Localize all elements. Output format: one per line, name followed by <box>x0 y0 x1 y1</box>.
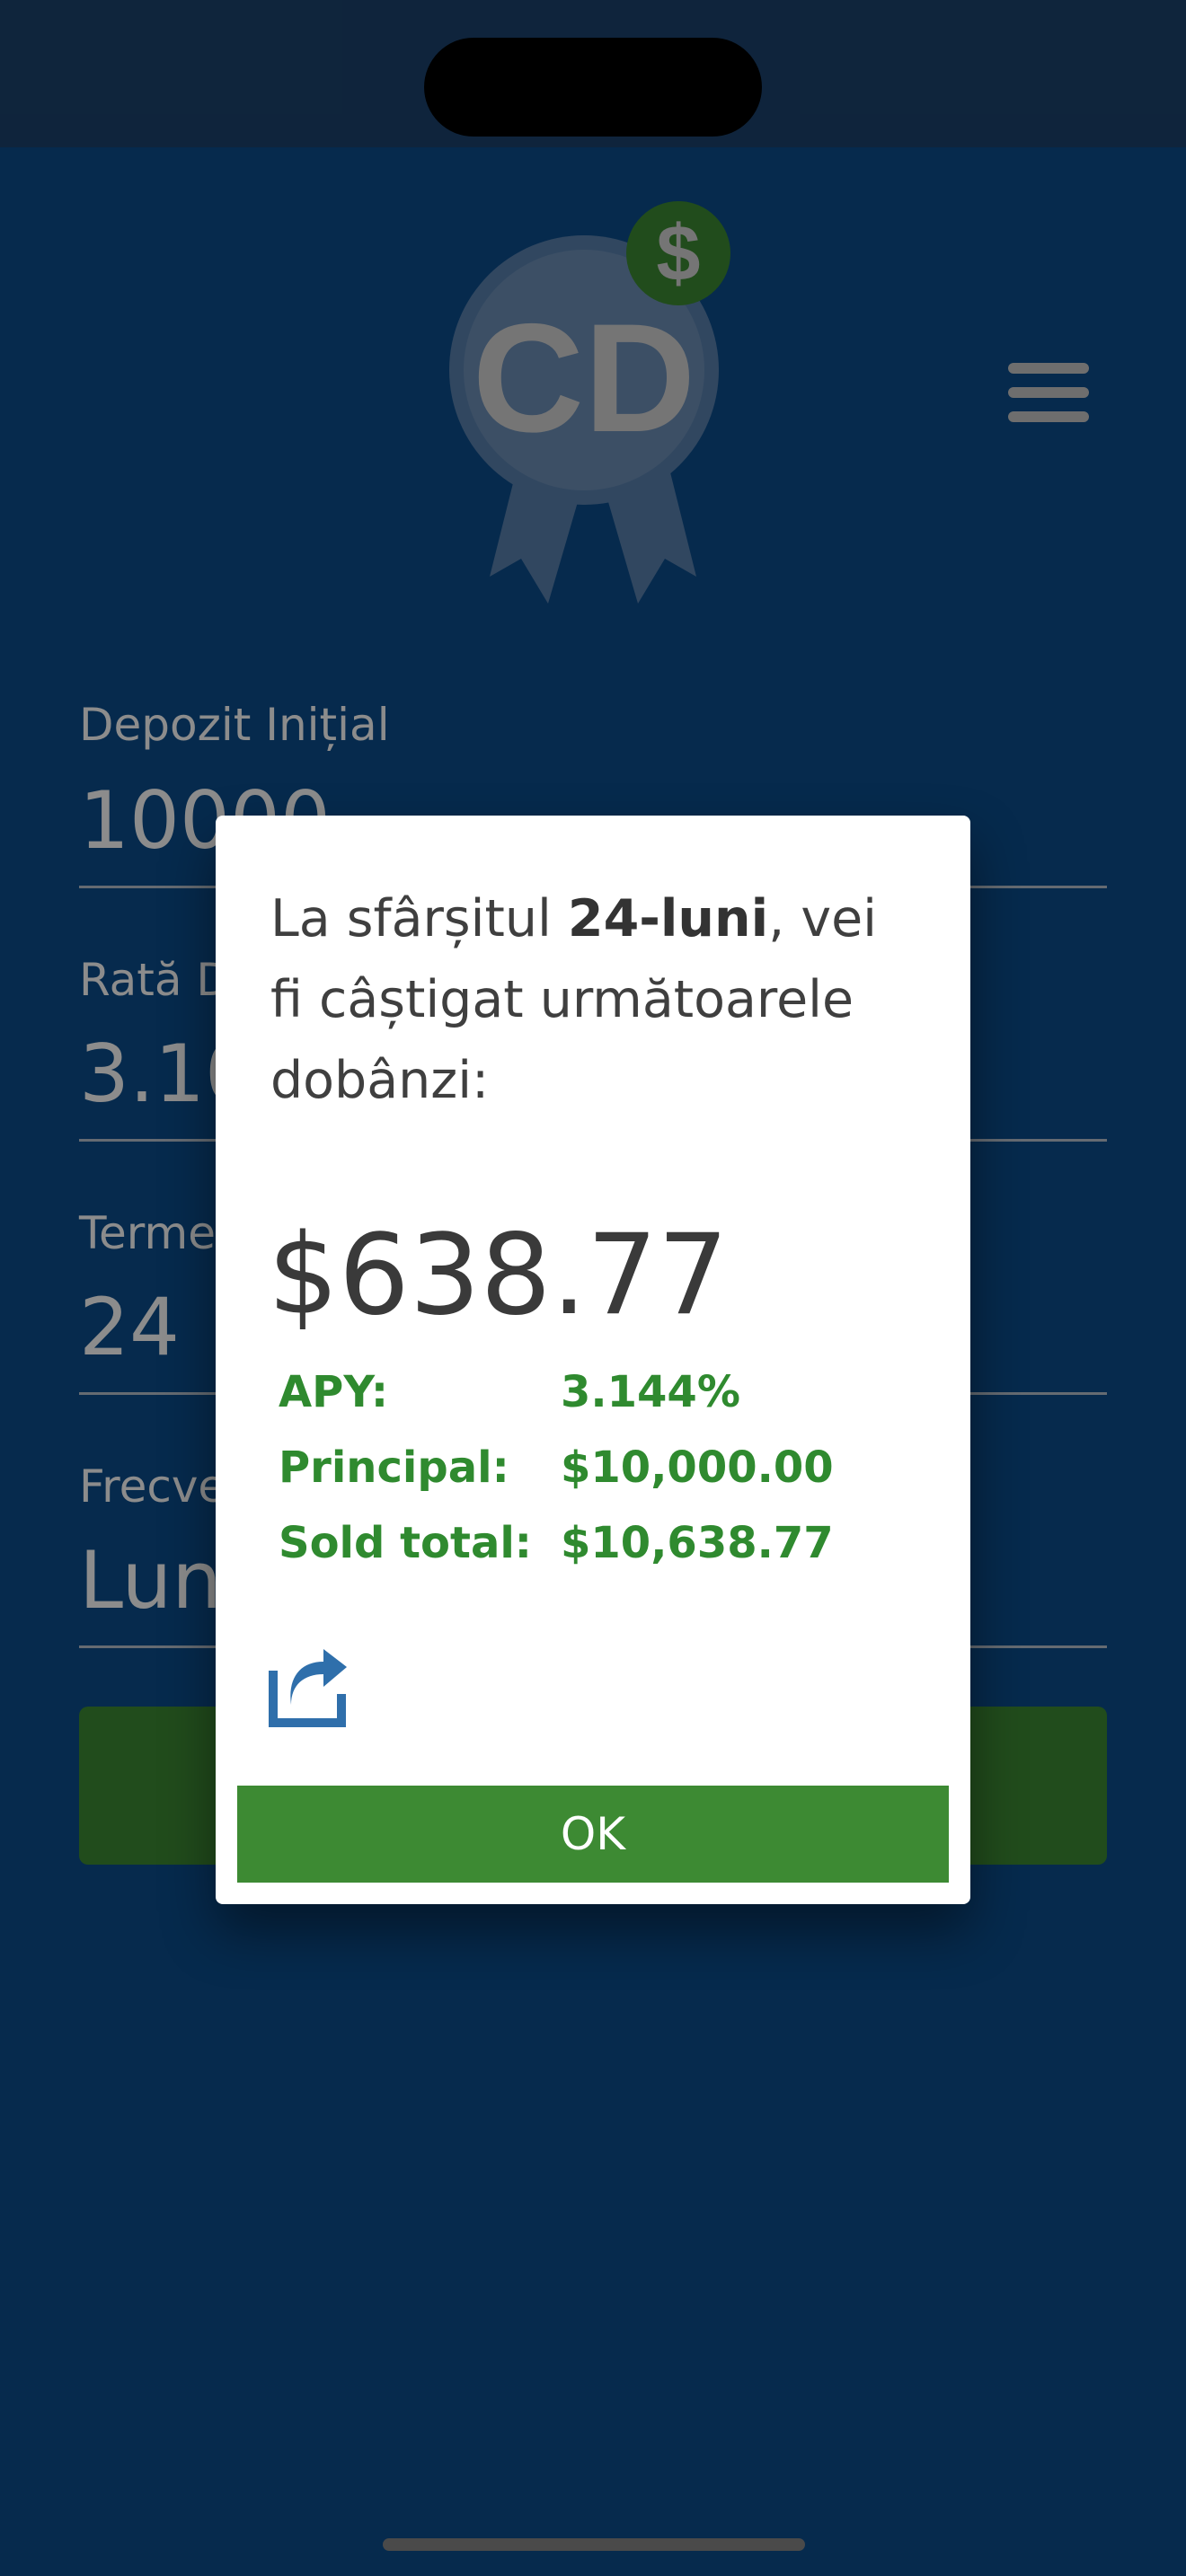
home-indicator <box>383 2538 805 2551</box>
total-balance-label: Sold total: <box>279 1518 532 1568</box>
principal-value: $10,000.00 <box>561 1442 834 1493</box>
principal-label: Principal: <box>279 1442 509 1493</box>
apy-value: 3.144% <box>561 1367 740 1417</box>
share-icon[interactable] <box>268 1647 349 1728</box>
message-prefix: La sfârșitul <box>270 889 568 948</box>
ok-button[interactable]: OK <box>237 1786 949 1883</box>
result-message: La sfârșitul 24-luni, vei fi câștigat ur… <box>270 878 917 1121</box>
message-term: 24-luni <box>567 889 769 948</box>
total-balance-value: $10,638.77 <box>561 1518 834 1568</box>
result-dialog: La sfârșitul 24-luni, vei fi câștigat ur… <box>216 816 970 1904</box>
interest-amount: $638.77 <box>268 1211 729 1340</box>
apy-label: APY: <box>279 1367 389 1417</box>
